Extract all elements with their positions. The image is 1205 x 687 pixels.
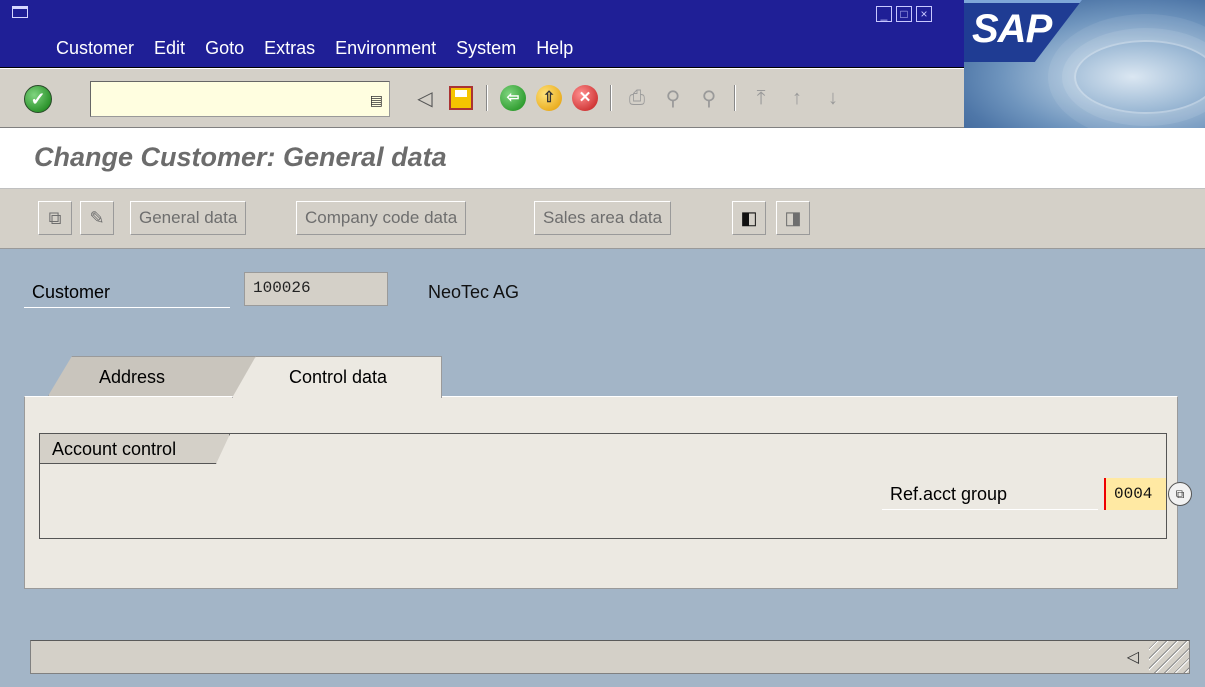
close-icon[interactable]: × <box>916 6 932 22</box>
customer-label: Customer <box>24 276 230 308</box>
toolbar-icons: ◁ ⇦ ⇧ ✕ ⎙ ⚲ ⚲ ⤒ ↑ ↓ <box>410 83 854 113</box>
status-toggle-icon[interactable]: ◁ <box>1127 647 1139 667</box>
command-field: ▤ <box>90 81 390 117</box>
command-field-dropdown-icon[interactable]: ▤ <box>370 92 383 109</box>
menu-help[interactable]: Help <box>536 38 573 59</box>
back-arrow-icon[interactable]: ◁ <box>410 83 440 113</box>
system-menu-icon[interactable] <box>12 6 28 18</box>
menu-edit[interactable]: Edit <box>154 38 185 59</box>
sap-logo: SAP <box>964 0 1082 62</box>
ref-acct-group-input[interactable]: 0004 <box>1104 478 1166 510</box>
menu-system[interactable]: System <box>456 38 516 59</box>
menu-environment[interactable]: Environment <box>335 38 436 59</box>
toolbar-separator <box>610 85 612 111</box>
cancel-icon[interactable]: ✕ <box>570 83 600 113</box>
tab-address[interactable]: Address <box>48 356 256 396</box>
customer-name: NeoTec AG <box>428 282 520 302</box>
tab-control-data-label: Control data <box>289 367 388 387</box>
sap-banner: SAP <box>964 0 1205 128</box>
back-green-icon[interactable]: ⇦ <box>498 83 528 113</box>
first-page-icon[interactable]: ⤒ <box>746 83 776 113</box>
minimize-icon[interactable]: _ <box>876 6 892 22</box>
previous-screen-icon[interactable]: ◧ <box>732 201 766 235</box>
toolbar-separator <box>734 85 736 111</box>
company-code-data-button[interactable]: Company code data <box>296 201 467 235</box>
window-controls: _ □ × <box>876 6 932 22</box>
tab-address-label: Address <box>99 367 166 387</box>
enter-icon[interactable]: ✓ <box>24 85 52 113</box>
resize-grip-icon[interactable] <box>1149 641 1189 673</box>
customer-number-field: 100026 <box>244 272 388 306</box>
toolbar-separator <box>486 85 488 111</box>
next-screen-icon[interactable]: ◨ <box>776 201 810 235</box>
next-page-icon[interactable]: ↓ <box>818 83 848 113</box>
value-help-icon[interactable]: ⧉ <box>1168 482 1192 506</box>
display-change-icon[interactable]: ⧉ <box>38 201 72 235</box>
account-control-group: Account control Ref.acct group 0004 ⧉ <box>39 433 1192 539</box>
account-control-title: Account control <box>40 434 230 464</box>
tab-control-data[interactable]: Control data <box>232 356 442 398</box>
sales-area-data-button[interactable]: Sales area data <box>534 201 672 235</box>
standard-toolbar: ✓ ▤ ◁ ⇦ ⇧ ✕ ⎙ ⚲ ⚲ ⤒ ↑ ↓ <box>0 68 964 128</box>
save-icon[interactable] <box>446 83 476 113</box>
previous-page-icon[interactable]: ↑ <box>782 83 812 113</box>
tab-panel: Account control Ref.acct group 0004 ⧉ <box>24 396 1192 589</box>
application-toolbar: ⧉ ✎ General data Company code data Sales… <box>0 189 1205 249</box>
general-data-button[interactable]: General data <box>130 201 247 235</box>
menu-customer[interactable]: Customer <box>56 38 134 59</box>
status-bar: ◁ <box>30 640 1190 674</box>
find-icon[interactable]: ⚲ <box>658 83 688 113</box>
menu: Customer Edit Goto Extras Environment Sy… <box>56 38 593 59</box>
menu-extras[interactable]: Extras <box>264 38 315 59</box>
exit-icon[interactable]: ⇧ <box>534 83 564 113</box>
menu-goto[interactable]: Goto <box>205 38 244 59</box>
ref-acct-group-label: Ref.acct group <box>882 478 1098 510</box>
maximize-icon[interactable]: □ <box>896 6 912 22</box>
page-title: Change Customer: General data <box>34 142 447 172</box>
command-input[interactable] <box>91 82 351 114</box>
print-icon[interactable]: ⎙ <box>622 83 652 113</box>
other-customer-icon[interactable]: ✎ <box>80 201 114 235</box>
title-bar: Change Customer: General data <box>0 128 1205 189</box>
find-next-icon[interactable]: ⚲ <box>694 83 724 113</box>
